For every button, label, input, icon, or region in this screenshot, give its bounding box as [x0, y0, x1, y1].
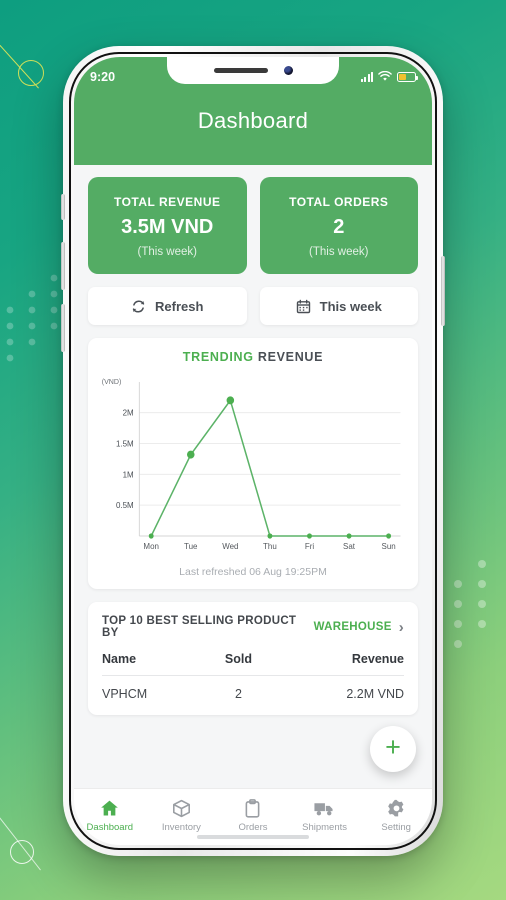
chevron-right-icon[interactable]: ›: [399, 619, 404, 636]
front-camera-icon: [283, 66, 293, 75]
chart-title-highlight: TRENDING: [182, 350, 254, 364]
box-icon: [172, 799, 190, 817]
svg-text:Wed: Wed: [222, 542, 239, 551]
app-header: 9:20 Dashboard: [74, 57, 432, 165]
battery-icon: [397, 71, 418, 82]
nav-label: Dashboard: [86, 821, 134, 833]
date-range-button-label: This week: [319, 298, 382, 314]
top-products-card: TOP 10 BEST SELLING PRODUCT BY WAREHOUSE…: [88, 602, 418, 715]
svg-text:1.5M: 1.5M: [116, 439, 134, 448]
revenue-line-chart: (VND) 0.5M 1M 1.5M 2M Mon Tue Wed Thu Fri Sat Sun: [98, 370, 408, 560]
status-bar-indicators: [360, 71, 418, 82]
nav-item-dashboard[interactable]: Dashboard: [74, 789, 146, 841]
nav-item-inventory[interactable]: Inventory: [146, 789, 218, 841]
svg-text:Mon: Mon: [143, 542, 159, 551]
cell-name: VPHCM: [102, 687, 148, 701]
svg-text:0.5M: 0.5M: [116, 501, 134, 510]
wifi-icon: [378, 71, 392, 81]
stat-label: TOTAL ORDERS: [289, 195, 389, 209]
nav-label: Setting: [381, 821, 411, 833]
plus-icon: +: [385, 732, 401, 762]
svg-text:2M: 2M: [123, 408, 134, 417]
home-indicator: [197, 835, 309, 839]
clipboard-icon: [246, 798, 260, 818]
svg-text:1M: 1M: [123, 470, 134, 479]
nav-item-orders[interactable]: Orders: [217, 789, 289, 841]
column-header-revenue: Revenue: [269, 652, 404, 676]
date-range-button[interactable]: This week: [259, 287, 418, 325]
nav-label: Inventory: [161, 821, 201, 833]
stat-period: (This week): [137, 246, 197, 258]
signal-bars-icon: [360, 71, 373, 82]
stat-value: 3.5M VND: [121, 216, 214, 238]
top-products-heading[interactable]: TOP 10 BEST SELLING PRODUCT BY WAREHOUSE…: [102, 615, 404, 639]
refresh-button[interactable]: Refresh: [88, 287, 247, 325]
page-title: Dashboard: [197, 108, 309, 133]
add-button[interactable]: +: [370, 726, 416, 772]
svg-text:Tue: Tue: [184, 542, 198, 551]
nav-label: Shipments: [302, 821, 348, 833]
stat-label: TOTAL REVENUE: [113, 195, 221, 209]
status-bar-time: 9:20: [90, 69, 116, 84]
phone-power-button: [441, 256, 445, 326]
dashboard-content: TOTAL REVENUE 3.5M VND (This week) TOTAL…: [74, 165, 432, 788]
stat-card-total-revenue[interactable]: TOTAL REVENUE 3.5M VND (This week): [88, 177, 247, 274]
nav-item-shipments[interactable]: Shipments: [289, 789, 361, 841]
phone-mute-switch: [61, 194, 65, 220]
nav-label: Orders: [238, 821, 268, 833]
table-header-row: Name Sold Revenue: [102, 652, 404, 676]
revenue-chart-card: TRENDING REVENUE (VND) 0.5M 1M 1.5M 2M Mon Tue…: [88, 338, 418, 589]
table-row[interactable]: VPHCM 2 2.2M VND: [102, 676, 404, 716]
phone-notch: [167, 57, 339, 84]
bottom-navigation-bar: Dashboard Inventory Orders Shipments Set…: [74, 788, 432, 845]
top-products-heading-highlight: WAREHOUSE: [313, 621, 392, 633]
svg-text:(VND): (VND): [102, 377, 122, 386]
svg-text:Thu: Thu: [263, 542, 277, 551]
decorative-circle-bottom-left: [10, 840, 34, 864]
svg-text:Sat: Sat: [343, 542, 356, 551]
svg-text:Fri: Fri: [305, 542, 314, 551]
decorative-circle-top-left: [18, 60, 44, 86]
home-icon: [101, 800, 119, 815]
stat-period: (This week): [309, 246, 369, 258]
stat-value: 2: [333, 216, 345, 238]
chart-title-rest: REVENUE: [257, 350, 324, 364]
top-products-table: Name Sold Revenue VPHCM 2 2.2M VND: [102, 652, 404, 715]
svg-text:Sun: Sun: [382, 542, 397, 551]
chart-title: TRENDING REVENUE: [98, 350, 408, 364]
nav-item-setting[interactable]: Setting: [360, 789, 432, 841]
earpiece-speaker: [213, 68, 268, 73]
last-refreshed-text: Last refreshed 06 Aug 19:25PM: [179, 566, 327, 578]
refresh-button-label: Refresh: [155, 298, 204, 314]
phone-mockup: 9:20 Dashboard TOTAL REVENUE 3.5M VND (T…: [61, 46, 445, 856]
gear-icon: [387, 799, 404, 816]
stat-cards-row: TOTAL REVENUE 3.5M VND (This week) TOTAL…: [88, 177, 418, 274]
stat-card-total-orders[interactable]: TOTAL ORDERS 2 (This week): [259, 177, 418, 274]
action-buttons-row: Refresh This week: [88, 287, 418, 325]
phone-volume-up-button: [61, 242, 65, 290]
column-header-sold: Sold: [206, 652, 270, 676]
column-header-name: Name: [102, 652, 207, 676]
refresh-icon: [132, 299, 145, 313]
calendar-icon: [296, 299, 310, 313]
cell-sold: 2: [234, 687, 242, 701]
phone-screen: 9:20 Dashboard TOTAL REVENUE 3.5M VND (T…: [74, 57, 432, 845]
cell-revenue: 2.2M VND: [346, 687, 404, 701]
truck-icon: [314, 802, 333, 815]
phone-volume-down-button: [61, 304, 65, 352]
top-products-heading-prefix: TOP 10 BEST SELLING PRODUCT BY: [102, 615, 297, 639]
